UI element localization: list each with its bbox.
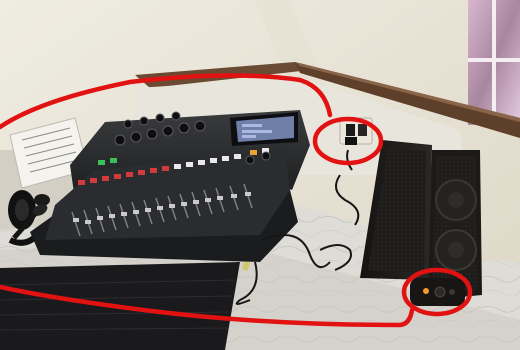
- photo-scene: [0, 0, 520, 350]
- speaker-control-pod: [410, 278, 465, 306]
- photo-canvas: [0, 0, 520, 350]
- speaker-right: [428, 150, 482, 300]
